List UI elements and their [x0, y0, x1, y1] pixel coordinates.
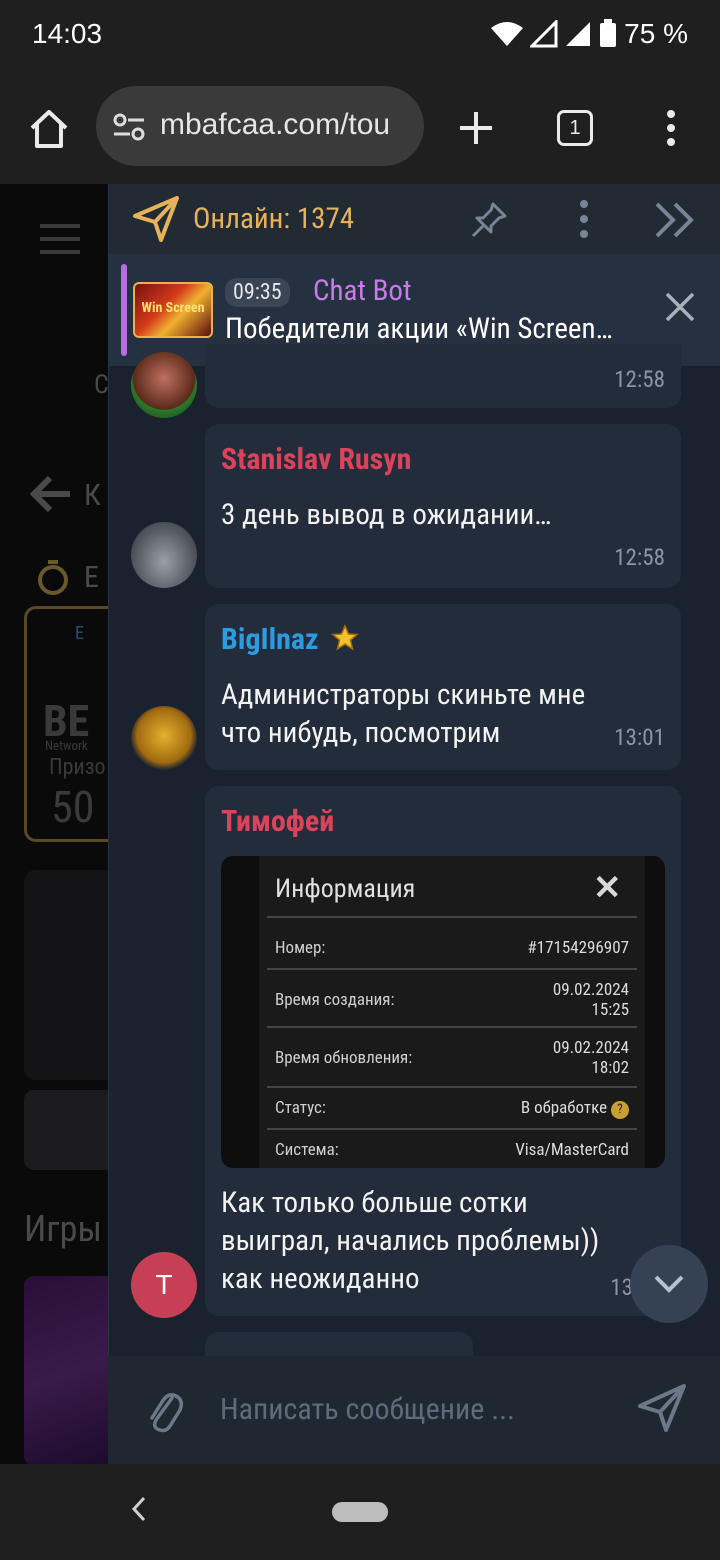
- message-text: 3 день вывод в ожидании…: [221, 498, 552, 532]
- chat-message: Stanislav Rusyn 3 день вывод в ожидании……: [205, 424, 681, 588]
- pinned-text: Победители акции «Win Screen…: [225, 312, 613, 346]
- avatar[interactable]: T: [131, 1252, 197, 1318]
- battery-icon: [600, 19, 617, 47]
- collapse-chat-icon[interactable]: [653, 200, 699, 240]
- avatar[interactable]: [131, 706, 197, 772]
- message-author[interactable]: Тимофей: [221, 804, 334, 839]
- info-label: Номер:: [275, 938, 326, 958]
- chat-menu-icon[interactable]: [577, 198, 591, 240]
- info-value: #17154296907: [527, 938, 629, 958]
- info-label: Время обновления:: [275, 1048, 413, 1068]
- url-bar[interactable]: mbafcaa.com/tou: [96, 86, 424, 166]
- info-value: В обработке ?: [521, 1098, 629, 1119]
- back-icon[interactable]: [128, 1494, 150, 1524]
- chat-message: BigIlnaz Администраторы скиньте мне что …: [205, 604, 681, 770]
- browser-toolbar: mbafcaa.com/tou 1: [0, 72, 720, 184]
- message-text-line3: как неожиданно: [221, 1262, 420, 1296]
- more-menu-icon[interactable]: [660, 108, 682, 148]
- scroll-down-button[interactable]: [630, 1245, 708, 1323]
- system-nav-bar: [0, 1464, 720, 1560]
- chat-message: 12:58: [205, 344, 681, 408]
- chevron-down-icon: [654, 1275, 684, 1293]
- info-label: Время создания:: [275, 990, 395, 1010]
- info-value-2: 15:25: [591, 1000, 629, 1020]
- status-bar: 14:03 75 %: [0, 0, 720, 72]
- status-time: 14:03: [32, 18, 103, 49]
- close-icon[interactable]: [663, 290, 697, 324]
- message-image[interactable]: Информация ✕ Номер: #17154296907 Время с…: [221, 856, 665, 1168]
- message-text: Администраторы скиньте мне: [221, 678, 586, 712]
- message-time: 12:58: [614, 366, 665, 393]
- chat-message: Тимофей Информация ✕ Номер: #17154296907…: [205, 786, 681, 1316]
- info-label: Статус:: [275, 1098, 326, 1118]
- message-author[interactable]: BigIlnaz: [221, 622, 319, 657]
- image-close-icon: ✕: [593, 868, 622, 908]
- home-icon[interactable]: [24, 104, 74, 154]
- new-tab-icon[interactable]: [454, 106, 498, 150]
- bg-text-3: Е: [84, 560, 99, 595]
- message-text-line2: что нибудь, посмотрим: [221, 716, 501, 750]
- message-text-line2: выиграл, начались проблемы)): [221, 1224, 600, 1258]
- site-settings-icon[interactable]: [112, 112, 146, 142]
- info-title: Информация: [275, 874, 416, 904]
- send-icon[interactable]: [636, 1382, 688, 1434]
- info-value: 09.02.2024: [552, 980, 629, 1000]
- wifi-icon: [491, 22, 524, 46]
- avatar[interactable]: [131, 522, 197, 588]
- hamburger-icon: [40, 224, 80, 254]
- message-input-bar: Написать сообщение ...: [108, 1356, 720, 1464]
- bg-text-7: Призо: [49, 755, 106, 780]
- info-value-2: 18:02: [591, 1058, 629, 1078]
- home-pill[interactable]: [332, 1502, 388, 1522]
- url-text: mbafcaa.com/tou: [160, 108, 391, 141]
- bg-text-2: К: [84, 478, 101, 513]
- signal-icon: [530, 20, 558, 48]
- chat-header: Онлайн: 1374: [109, 184, 720, 254]
- bg-text-6: Network: [45, 739, 88, 754]
- battery-percent: 75 %: [624, 18, 688, 49]
- message-time: 13:01: [614, 724, 665, 751]
- pin-icon[interactable]: [469, 200, 509, 240]
- tab-switcher-button[interactable]: 1: [557, 110, 593, 146]
- info-label: Система:: [275, 1140, 339, 1160]
- back-arrow-icon: [29, 475, 70, 513]
- timer-icon: [38, 560, 68, 595]
- help-icon: ?: [611, 1101, 629, 1119]
- bg-text-4: Е: [75, 623, 84, 644]
- bg-text-9: Игры: [24, 1208, 102, 1250]
- message-text: Как только больше сотки: [221, 1186, 528, 1220]
- pinned-time: 09:35: [225, 278, 290, 307]
- message-author[interactable]: Stanislav Rusyn: [221, 442, 411, 477]
- star-badge-icon: [331, 624, 359, 651]
- online-count: Онлайн: 1374: [193, 202, 355, 236]
- attach-icon[interactable]: [144, 1386, 184, 1436]
- avatar[interactable]: [131, 352, 197, 418]
- pinned-thumbnail: Win Screen: [133, 282, 213, 338]
- info-value: 09.02.2024: [552, 1038, 629, 1058]
- info-value: Visa/MasterCard: [515, 1140, 629, 1160]
- chat-panel: Онлайн: 1374 Win Screen 09:35 Chat Bot П…: [108, 184, 720, 1464]
- pinned-author: Chat Bot: [313, 274, 412, 308]
- telegram-plane-icon: [133, 196, 179, 242]
- bg-text-8: 50: [51, 781, 95, 833]
- signal-icon-2: [566, 22, 591, 46]
- bg-text-1: С: [94, 370, 109, 400]
- message-time: 12:58: [614, 544, 665, 571]
- message-input[interactable]: Написать сообщение ...: [220, 1392, 515, 1427]
